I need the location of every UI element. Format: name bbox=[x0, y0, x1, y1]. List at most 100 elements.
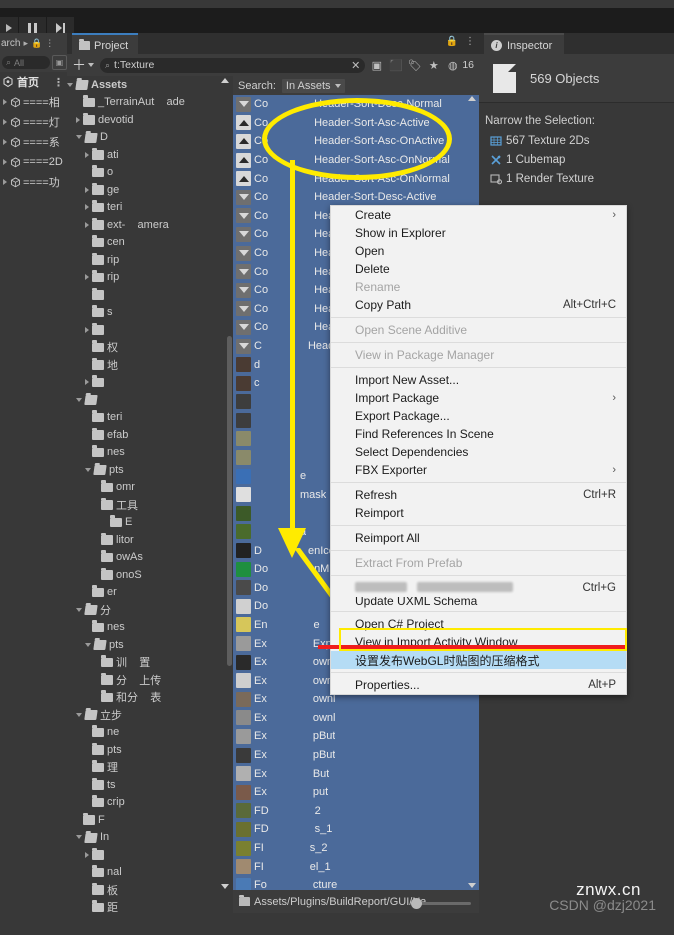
menu-item[interactable]: Copy Path Alt+Ctrl+C bbox=[331, 296, 626, 314]
project-tree-row[interactable]: ati bbox=[67, 146, 233, 164]
list-scroll-up-icon[interactable] bbox=[468, 96, 476, 101]
project-tree-row[interactable]: rip bbox=[67, 269, 233, 287]
project-tree-row[interactable]: 训 置 bbox=[67, 654, 233, 672]
clear-search-icon[interactable]: ✕ bbox=[351, 59, 360, 72]
project-tree-row[interactable]: In bbox=[67, 829, 233, 847]
asset-list-item[interactable]: FD s_1 bbox=[233, 820, 479, 839]
tab-inspector[interactable]: i Inspector bbox=[484, 33, 565, 56]
menu-item[interactable]: Select Dependencies bbox=[331, 443, 626, 461]
project-tree-row[interactable]: 立步 bbox=[67, 706, 233, 724]
project-tree-row[interactable]: 理 bbox=[67, 759, 233, 777]
tab-project[interactable]: Project bbox=[72, 33, 139, 56]
chevron-right-icon[interactable]: ▸ bbox=[23, 38, 28, 49]
scroll-down-icon[interactable] bbox=[221, 884, 229, 889]
project-tree-row[interactable]: crip bbox=[67, 794, 233, 812]
menu-item[interactable]: Show in Explorer bbox=[331, 224, 626, 242]
project-tree-row[interactable]: 权 bbox=[67, 339, 233, 357]
project-tree-row[interactable] bbox=[67, 374, 233, 392]
project-tree-row[interactable] bbox=[67, 846, 233, 864]
scroll-up-icon[interactable] bbox=[221, 78, 229, 83]
project-tree-row[interactable]: litor bbox=[67, 531, 233, 549]
project-tree-row[interactable]: ne bbox=[67, 724, 233, 742]
project-tree-row[interactable]: 和分 表 bbox=[67, 689, 233, 707]
project-tree-row[interactable]: er bbox=[67, 584, 233, 602]
project-tree-row[interactable]: pts bbox=[67, 741, 233, 759]
project-tree-row[interactable]: 分 上传 bbox=[67, 671, 233, 689]
hierarchy-scene-row[interactable]: 首页 ⋮ bbox=[0, 72, 67, 92]
expand-arrow-icon[interactable] bbox=[85, 221, 89, 228]
expand-arrow-icon[interactable] bbox=[3, 139, 7, 145]
project-tree-row[interactable]: s bbox=[67, 304, 233, 322]
menu-item[interactable]: Properties... Alt+P bbox=[331, 676, 626, 694]
collapse-arrow-icon[interactable] bbox=[76, 135, 82, 140]
expand-arrow-icon[interactable] bbox=[85, 326, 89, 333]
expand-arrow-icon[interactable] bbox=[3, 159, 7, 165]
project-tree-row[interactable] bbox=[67, 286, 233, 304]
menu-item[interactable]: Ctrl+G bbox=[331, 579, 626, 597]
expand-arrow-icon[interactable] bbox=[85, 151, 89, 158]
menu-item[interactable]: Export Package... bbox=[331, 407, 626, 425]
project-tree-row[interactable]: 工具 bbox=[67, 496, 233, 514]
project-tree-row[interactable]: 地 bbox=[67, 356, 233, 374]
favorite-icon[interactable]: ★ bbox=[424, 57, 443, 74]
collapse-arrow-icon[interactable] bbox=[76, 607, 82, 612]
filter-type-icon[interactable]: ⬛ bbox=[386, 57, 405, 74]
hierarchy-tab-label[interactable]: arch bbox=[0, 38, 20, 49]
expand-arrow-icon[interactable] bbox=[3, 99, 7, 105]
project-tree-row[interactable]: D bbox=[67, 129, 233, 147]
expand-arrow-icon[interactable] bbox=[3, 179, 7, 185]
project-tree-row[interactable]: 板 bbox=[67, 881, 233, 899]
project-tree-row[interactable]: _TerrainAut ade bbox=[67, 94, 233, 112]
asset-list-item[interactable]: Ex But bbox=[233, 764, 479, 783]
expand-arrow-icon[interactable] bbox=[85, 851, 89, 858]
asset-list-item[interactable]: Ex pBut bbox=[233, 746, 479, 765]
asset-list-item[interactable]: FI el_1 bbox=[233, 857, 479, 876]
lock-icon[interactable]: 🔒 bbox=[31, 38, 42, 49]
project-tree-row[interactable]: onoS bbox=[67, 566, 233, 584]
project-tree-row[interactable]: 距 bbox=[67, 899, 233, 913]
menu-item[interactable]: Create › bbox=[331, 206, 626, 224]
hierarchy-tree[interactable]: 首页 ⋮ ====相 ====灯 ====系 ====2D ====功 bbox=[0, 72, 67, 913]
project-tree-row[interactable]: ge bbox=[67, 181, 233, 199]
project-tree-row[interactable]: teri bbox=[67, 409, 233, 427]
asset-list-item[interactable]: Ex pBut bbox=[233, 727, 479, 746]
hierarchy-item-2[interactable]: ====系 bbox=[0, 132, 67, 152]
project-tree-row[interactable]: o bbox=[67, 164, 233, 182]
asset-list-item[interactable]: Co Header-Sort-Desc-Active bbox=[233, 188, 479, 207]
search-scope-dropdown[interactable]: In Assets bbox=[281, 78, 345, 93]
narrow-selection-list[interactable]: 567 Texture 2Ds 1 Cubemap 1 Render Texture bbox=[479, 131, 674, 188]
collapse-arrow-icon[interactable] bbox=[76, 835, 82, 840]
hierarchy-item-1[interactable]: ====灯 bbox=[0, 112, 67, 132]
project-tree-row[interactable] bbox=[67, 391, 233, 409]
zoom-slider[interactable] bbox=[411, 898, 471, 909]
menu-item[interactable]: Import New Asset... bbox=[331, 371, 626, 389]
hierarchy-filter-button[interactable]: ▣ bbox=[52, 55, 67, 70]
expand-arrow-icon[interactable] bbox=[3, 119, 7, 125]
expand-arrow-icon[interactable] bbox=[85, 186, 89, 193]
asset-list-item[interactable]: Fo cture bbox=[233, 876, 479, 890]
project-tree-row[interactable]: nal bbox=[67, 864, 233, 882]
project-tree-row[interactable]: E bbox=[67, 514, 233, 532]
hierarchy-search-input[interactable]: ⌕ All bbox=[2, 56, 50, 69]
project-tree-row[interactable] bbox=[67, 321, 233, 339]
menu-item[interactable]: Import Package › bbox=[331, 389, 626, 407]
collapse-arrow-icon[interactable] bbox=[67, 82, 73, 87]
filter-label-icon[interactable]: 🏷 bbox=[405, 57, 424, 74]
project-tree-row[interactable]: pts bbox=[67, 461, 233, 479]
collapse-arrow-icon[interactable] bbox=[85, 467, 91, 472]
asset-list-item[interactable]: Ex ownl bbox=[233, 709, 479, 728]
menu-item[interactable]: Delete bbox=[331, 260, 626, 278]
project-search-input[interactable]: ⌕ t:Texture ✕ bbox=[100, 57, 366, 73]
menu-item[interactable]: Find References In Scene bbox=[331, 425, 626, 443]
project-tree-row[interactable]: nes bbox=[67, 619, 233, 637]
hidden-count-icon[interactable]: ◍ bbox=[443, 57, 462, 74]
menu-item[interactable]: Refresh Ctrl+R bbox=[331, 486, 626, 504]
project-tree-row[interactable]: efab bbox=[67, 426, 233, 444]
kebab-menu-icon[interactable]: ⋮ bbox=[45, 38, 54, 49]
narrow-selection-item[interactable]: 1 Render Texture bbox=[479, 169, 674, 188]
project-tree-row[interactable]: Assets bbox=[67, 76, 233, 94]
list-scroll-down-icon[interactable] bbox=[468, 883, 476, 888]
context-menu[interactable]: Create › Show in Explorer Open Delete Rename C… bbox=[330, 205, 627, 695]
project-tree-row[interactable]: cen bbox=[67, 234, 233, 252]
project-folder-tree[interactable]: Assets _TerrainAut ade devotid Dati o ge teri e… bbox=[67, 76, 233, 913]
